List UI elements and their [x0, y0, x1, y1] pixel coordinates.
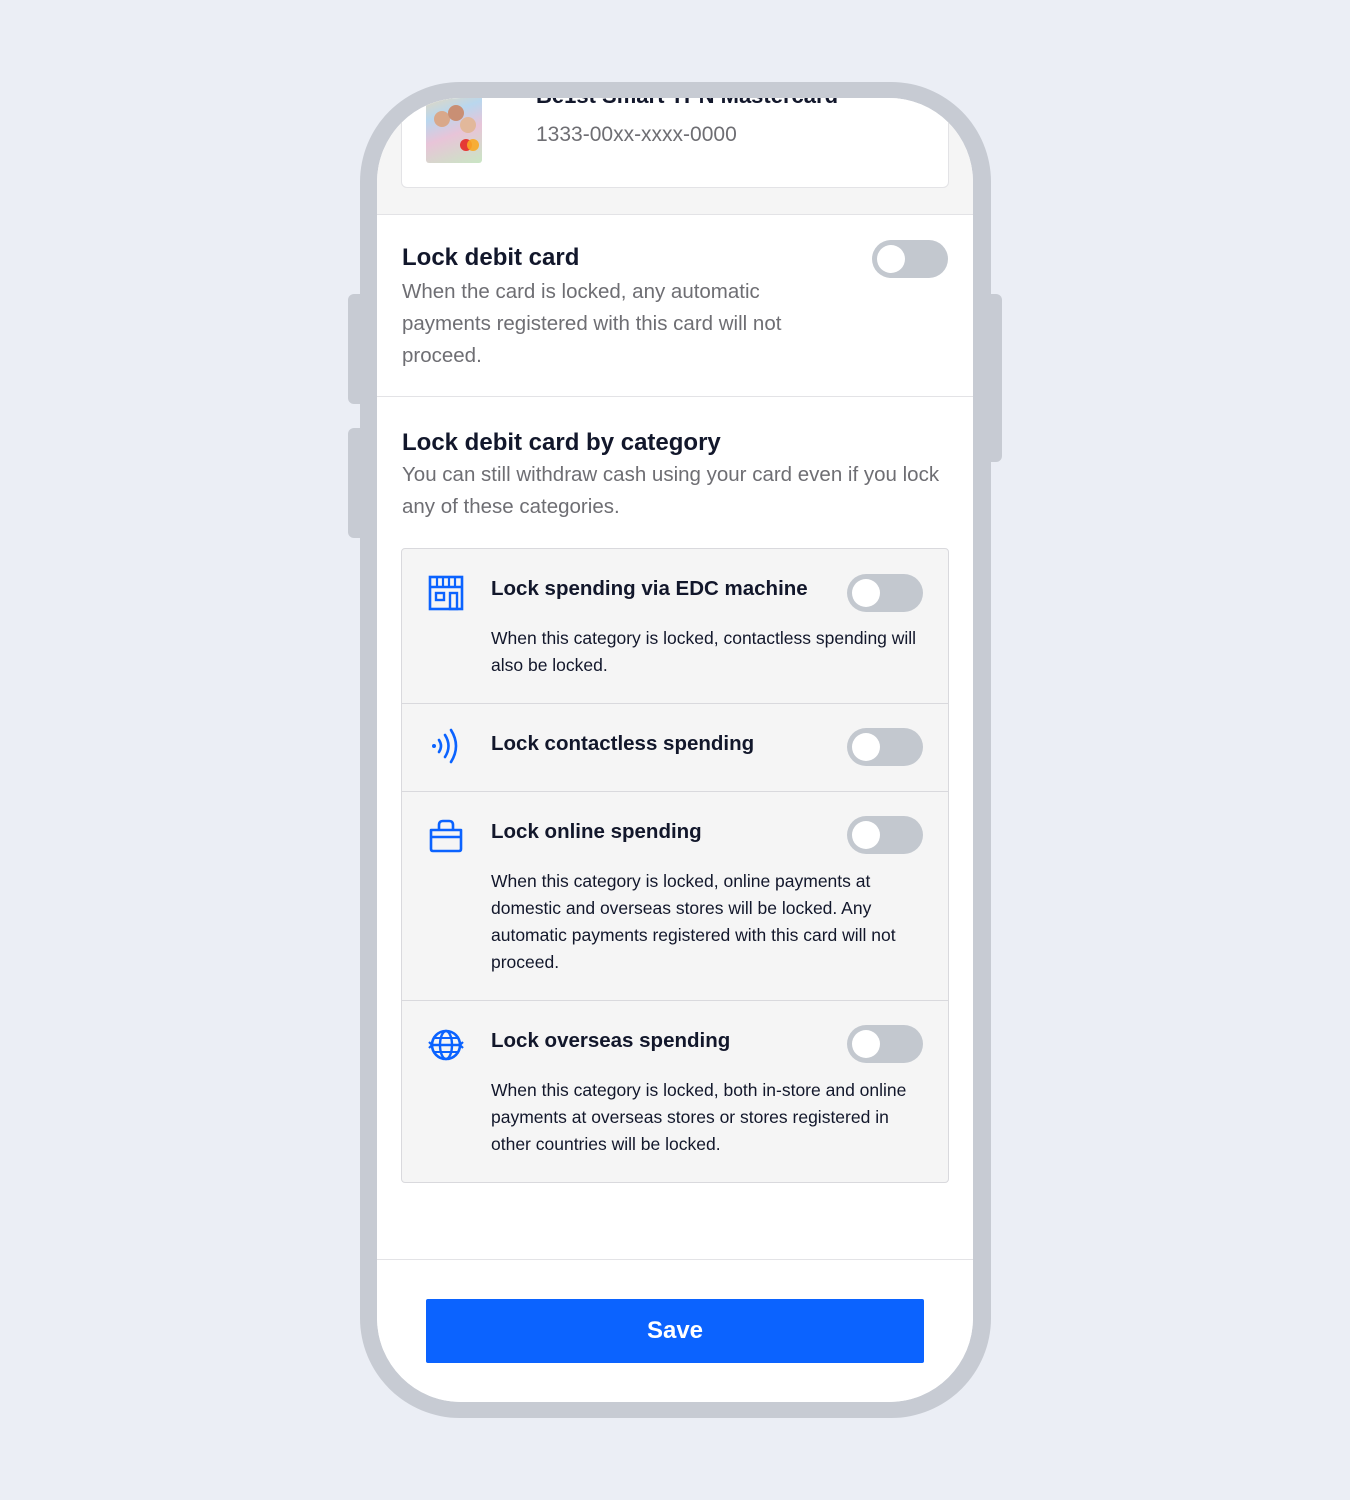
card-number: 1333-00xx-xxxx-0000 — [536, 123, 737, 146]
category-description: When this category is locked, both in-st… — [491, 1080, 907, 1154]
lock-by-category-title: Lock debit card by category — [402, 429, 721, 456]
category-title: Lock online spending — [491, 820, 702, 843]
category-list: Lock spending via EDC machine When this … — [401, 548, 949, 1183]
category-item-online: Lock online spending When this category … — [402, 792, 948, 1001]
card-section: Be1st Smart TPN Mastercard 1333-00xx-xxx… — [377, 98, 973, 215]
card-summary[interactable]: Be1st Smart TPN Mastercard 1333-00xx-xxx… — [401, 98, 949, 188]
category-item-contactless: Lock contactless spending — [402, 704, 948, 792]
lock-debit-card-toggle[interactable] — [872, 240, 948, 278]
globe-icon — [428, 1029, 464, 1061]
lock-debit-card-title: Lock debit card — [402, 244, 580, 271]
lock-online-toggle[interactable] — [847, 816, 923, 854]
category-description: When this category is locked, online pay… — [491, 871, 896, 972]
card-name: Be1st Smart TPN Mastercard — [536, 98, 838, 109]
lock-contactless-toggle[interactable] — [847, 728, 923, 766]
phone-screen: Be1st Smart TPN Mastercard 1333-00xx-xxx… — [377, 98, 973, 1402]
lock-edc-toggle[interactable] — [847, 574, 923, 612]
category-item-overseas: Lock overseas spending When this categor… — [402, 1001, 948, 1182]
category-title: Lock contactless spending — [491, 732, 755, 755]
contactless-icon — [432, 728, 458, 764]
category-item-edc: Lock spending via EDC machine When this … — [402, 549, 948, 704]
save-button[interactable]: Save — [426, 1299, 924, 1363]
lock-debit-card-description: When the card is locked, any automatic p… — [402, 280, 782, 367]
footer: Save — [377, 1259, 973, 1402]
lock-debit-card-section: Lock debit card When the card is locked,… — [377, 214, 973, 397]
store-icon — [428, 575, 464, 611]
shopping-basket-icon — [429, 819, 463, 853]
lock-by-category-description: You can still withdraw cash using your c… — [402, 463, 940, 518]
lock-overseas-toggle[interactable] — [847, 1025, 923, 1063]
category-description: When this category is locked, contactles… — [491, 628, 917, 675]
card-image — [426, 98, 482, 163]
category-title: Lock overseas spending — [491, 1029, 731, 1052]
category-title: Lock spending via EDC machine — [491, 577, 808, 600]
